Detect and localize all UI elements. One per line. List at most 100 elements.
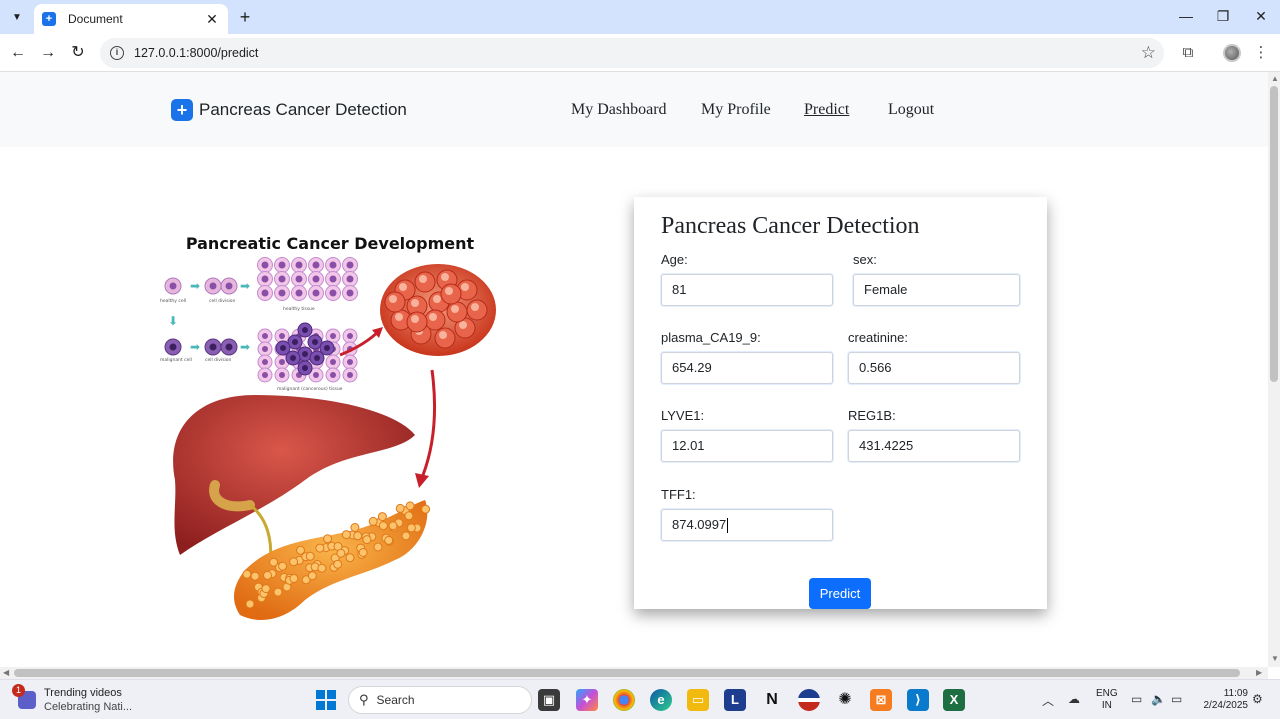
xampp-icon[interactable]: ⊠ xyxy=(870,689,892,711)
search-placeholder: Search xyxy=(376,693,415,707)
vertical-scrollbar[interactable]: ▲ ▼ xyxy=(1268,72,1280,667)
restore-icon[interactable]: ❐ xyxy=(1205,4,1241,28)
clock-time: 11:09 xyxy=(1223,688,1248,699)
horizontal-scroll-thumb[interactable] xyxy=(14,669,1240,677)
svg-text:➡: ➡ xyxy=(240,340,250,354)
url-text[interactable]: 127.0.0.1:8000/predict xyxy=(134,46,258,60)
scroll-up-icon[interactable]: ▲ xyxy=(1271,74,1279,83)
svg-text:⬇: ⬇ xyxy=(168,314,178,328)
new-tab-icon[interactable]: + xyxy=(234,6,256,28)
nav-logout[interactable]: Logout xyxy=(888,101,934,119)
tff1-input[interactable]: 874.0997 xyxy=(661,509,833,541)
minimize-icon[interactable]: — xyxy=(1168,4,1204,28)
widget-title: Trending videos xyxy=(44,687,122,699)
pancreatic-cancer-illustration: Pancreatic Cancer Development ➡ ➡ health… xyxy=(160,234,496,620)
svg-text:➡: ➡ xyxy=(190,340,200,354)
copilot-icon[interactable]: ✦ xyxy=(576,689,598,711)
file-explorer-icon[interactable]: ▭ xyxy=(687,689,709,711)
tff1-label: TFF1: xyxy=(661,487,696,502)
excel-icon[interactable]: X xyxy=(943,689,965,711)
brand-text: Pancreas Cancer Detection xyxy=(199,100,407,119)
horizontal-scrollbar[interactable]: ◀ ▶ xyxy=(0,667,1268,679)
reload-icon[interactable]: ↻ xyxy=(67,42,89,64)
label-healthy-tissue: healthy tissue xyxy=(283,306,315,312)
start-windows-icon[interactable] xyxy=(316,690,336,710)
chrome-icon[interactable] xyxy=(613,689,635,711)
browser-toolbar: ← → ↻ i 127.0.0.1:8000/predict ☆ ⧉ ⋮ xyxy=(0,34,1280,72)
system-clock[interactable]: 11:09 2/24/2025 xyxy=(1196,688,1249,712)
label-healthy-cell: healthy cell xyxy=(160,298,186,304)
profile-avatar-icon[interactable] xyxy=(1223,44,1241,62)
l-app-icon[interactable]: L xyxy=(724,689,746,711)
tab-search-icon[interactable]: ▼ xyxy=(6,6,28,28)
malignant-cell-row: ➡ ➡ malignant cell cell division xyxy=(160,338,250,363)
nav-predict[interactable]: Predict xyxy=(804,101,849,119)
text-caret xyxy=(727,518,729,534)
volume-icon[interactable]: 🔈 xyxy=(1151,692,1166,706)
n-app-icon[interactable]: N xyxy=(761,689,783,711)
creatinine-input[interactable]: 0.566 xyxy=(848,352,1020,384)
site-info-icon[interactable]: i xyxy=(110,46,124,60)
page-viewport: + Pancreas Cancer Detection My Dashboard… xyxy=(0,72,1268,667)
tray-overflow-icon[interactable]: ︿ xyxy=(1042,692,1054,709)
vertical-scroll-thumb[interactable] xyxy=(1270,86,1278,382)
lang-code: ENG xyxy=(1096,688,1118,699)
onedrive-icon[interactable]: ☁ xyxy=(1068,692,1080,706)
site-navbar: + Pancreas Cancer Detection My Dashboard… xyxy=(0,72,1268,147)
medical-plus-icon: + xyxy=(171,99,193,121)
label-cell-division-2: cell division xyxy=(205,357,232,363)
language-indicator[interactable]: ENG IN xyxy=(1096,688,1118,712)
browser-tab-strip: ▼ + Document ✕ + — ❐ ✕ xyxy=(0,0,1280,34)
scroll-down-icon[interactable]: ▼ xyxy=(1271,654,1279,663)
edge-icon[interactable]: e xyxy=(650,689,672,711)
notification-badge: 1 xyxy=(12,684,25,697)
age-label: Age: xyxy=(661,252,688,267)
sex-select[interactable]: Female xyxy=(853,274,1020,306)
widgets-button[interactable]: 1 Trending videos Celebrating Nati... xyxy=(12,684,132,714)
scroll-left-icon[interactable]: ◀ xyxy=(3,668,9,677)
battery-icon[interactable]: ▭ xyxy=(1171,692,1182,706)
clock-date: 2/24/2025 xyxy=(1203,700,1249,711)
address-bar[interactable]: i 127.0.0.1:8000/predict ☆ xyxy=(100,38,1164,68)
label-cell-division-1: cell division xyxy=(209,298,236,304)
lyve1-label: LYVE1: xyxy=(661,408,705,423)
tab-title: Document xyxy=(68,12,123,26)
round-app-icon[interactable] xyxy=(798,689,820,711)
close-window-icon[interactable]: ✕ xyxy=(1243,4,1279,28)
age-input[interactable]: 81 xyxy=(661,274,833,306)
forward-icon[interactable]: → xyxy=(37,42,59,64)
taskbar-search[interactable]: ⚲ Search xyxy=(348,686,532,714)
tumor-cluster xyxy=(380,264,496,356)
sex-label: sex: xyxy=(853,252,877,267)
reg1b-label: REG1B: xyxy=(848,408,896,423)
tff1-value: 874.0997 xyxy=(672,517,727,532)
creatinine-label: creatinine: xyxy=(848,330,908,345)
healthy-cell-row: ➡ ➡ healthy cell cell division xyxy=(160,277,250,304)
lyve1-input[interactable]: 12.01 xyxy=(661,430,833,462)
region-code: IN xyxy=(1101,700,1112,711)
windows-taskbar: 1 Trending videos Celebrating Nati... ⚲ … xyxy=(0,679,1280,719)
svg-text:➡: ➡ xyxy=(190,279,200,293)
settings-gear-icon[interactable]: ⚙ xyxy=(1252,692,1263,706)
predict-button[interactable]: Predict xyxy=(809,578,871,609)
healthy-tissue-grid xyxy=(257,257,358,301)
menu-kebab-icon[interactable]: ⋮ xyxy=(1250,42,1272,64)
nav-my-profile[interactable]: My Profile xyxy=(701,101,771,119)
brand-link[interactable]: + Pancreas Cancer Detection xyxy=(171,99,407,121)
extensions-icon[interactable]: ⧉ xyxy=(1177,42,1199,64)
network-icon[interactable]: ▭ xyxy=(1131,692,1142,706)
reg1b-input[interactable]: 431.4225 xyxy=(848,430,1020,462)
scroll-right-icon[interactable]: ▶ xyxy=(1256,668,1262,677)
task-view-icon[interactable]: ▣ xyxy=(538,689,560,711)
chatgpt-icon[interactable]: ✺ xyxy=(834,689,856,711)
back-icon[interactable]: ← xyxy=(7,42,29,64)
plasma-input[interactable]: 654.29 xyxy=(661,352,833,384)
close-tab-icon[interactable]: ✕ xyxy=(204,11,220,28)
vscode-icon[interactable]: ⟩ xyxy=(907,689,929,711)
nav-my-dashboard[interactable]: My Dashboard xyxy=(571,101,667,119)
arrow-to-pancreas xyxy=(421,369,437,476)
plasma-label: plasma_CA19_9: xyxy=(661,330,761,345)
bookmark-star-icon[interactable]: ☆ xyxy=(1141,43,1156,63)
form-title: Pancreas Cancer Detection xyxy=(661,213,920,239)
browser-tab[interactable]: + Document ✕ xyxy=(34,4,228,34)
